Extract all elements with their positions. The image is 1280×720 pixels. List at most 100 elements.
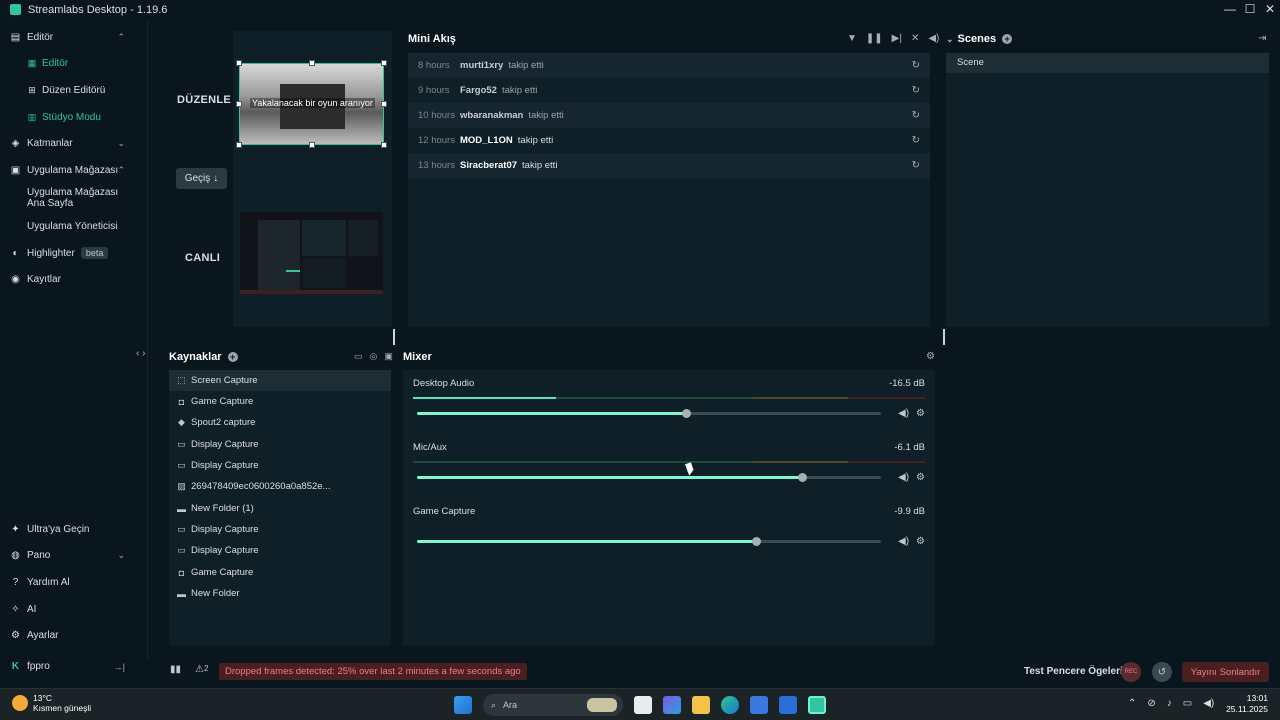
replay-icon[interactable]: ↻: [912, 160, 920, 171]
replay-icon[interactable]: ↻: [912, 110, 920, 121]
collapse-toggle[interactable]: ‹ ›: [136, 348, 145, 359]
sidebar-item-recordings[interactable]: ◉ Kayıtlar: [10, 274, 125, 285]
source-item[interactable]: ▨ 269478409ec0600260a0a852e...: [169, 476, 391, 497]
resize-handle[interactable]: [236, 142, 242, 148]
sidebar-item-highlighter[interactable]: ◐ Highlighter beta: [10, 247, 125, 259]
mute-alerts-icon[interactable]: ✕: [911, 33, 919, 44]
streamlabs-taskbar-icon[interactable]: [808, 696, 826, 714]
replay-icon[interactable]: ↻: [912, 85, 920, 96]
volume-icon[interactable]: ◀): [1203, 698, 1214, 709]
panel-splitter[interactable]: [393, 329, 395, 345]
resize-handle[interactable]: [381, 142, 387, 148]
source-item[interactable]: ◘ Game Capture: [169, 562, 391, 583]
close-button[interactable]: ✕: [1260, 0, 1280, 19]
resize-handle[interactable]: [309, 60, 315, 66]
minimize-button[interactable]: —: [1220, 0, 1240, 19]
replay-buffer-icon[interactable]: ↺: [1152, 662, 1172, 682]
sidebar-item-help[interactable]: ? Yardım Al: [10, 577, 125, 588]
dropped-frames-alert[interactable]: Dropped frames detected: 25% over last 2…: [219, 663, 527, 680]
edge-icon[interactable]: [721, 696, 739, 714]
volume-slider-knob[interactable]: [798, 473, 808, 482]
replay-icon[interactable]: ↻: [912, 135, 920, 146]
resize-handle[interactable]: [309, 142, 315, 148]
gear-icon[interactable]: ⚙: [916, 408, 925, 419]
resize-handle[interactable]: [236, 60, 242, 66]
source-item[interactable]: ⬚ Screen Capture: [169, 370, 391, 391]
volume-slider[interactable]: [417, 537, 881, 546]
sidebar-item-user[interactable]: K fppro →|: [10, 661, 125, 672]
source-item[interactable]: ▭ Display Capture: [169, 519, 391, 540]
sidebar-item-label: Editör: [42, 58, 69, 69]
display-icon[interactable]: ▭: [1183, 698, 1192, 709]
task-view-icon[interactable]: [634, 696, 652, 714]
sidebar-item-ai[interactable]: ✧ AI: [10, 604, 125, 615]
source-selector-icon[interactable]: ▭: [354, 351, 363, 362]
scene-item[interactable]: Scene: [946, 53, 1269, 73]
chevron-down-icon[interactable]: ⌄: [946, 34, 954, 45]
weather-widget[interactable]: 13°C Kısmen güneşli: [12, 693, 91, 713]
windows-start-icon[interactable]: [454, 696, 472, 714]
copilot-icon[interactable]: [663, 696, 681, 714]
edit-preview[interactable]: Yakalanacak bir oyun aranıyor: [239, 63, 384, 145]
mail-icon[interactable]: [779, 696, 797, 714]
sidebar-item-layout-editor[interactable]: ⊞ Düzen Editörü: [27, 85, 105, 96]
add-folder-icon[interactable]: ▣: [384, 351, 393, 362]
sidebar-item-editor-sub[interactable]: ▦ Editör: [27, 58, 68, 69]
pause-icon[interactable]: ❚❚: [866, 33, 883, 44]
sidebar-item-dashboard[interactable]: ◍ Pano ⌄: [10, 550, 125, 561]
chevron-up-icon[interactable]: ⌃: [1128, 698, 1136, 709]
volume-slider[interactable]: [417, 409, 881, 418]
store-icon[interactable]: [750, 696, 768, 714]
source-item[interactable]: ▬ New Folder (1): [169, 498, 391, 519]
add-scene-icon[interactable]: +: [1002, 34, 1013, 44]
source-item[interactable]: ◆ Spout2 capture: [169, 412, 391, 433]
speaker-icon[interactable]: ◀): [898, 408, 909, 419]
maximize-button[interactable]: ☐: [1240, 0, 1260, 19]
gear-icon[interactable]: ⚙: [916, 536, 925, 547]
volume-slider-knob[interactable]: [751, 537, 761, 546]
source-item[interactable]: ▬ New Folder: [169, 583, 391, 604]
source-item[interactable]: ◘ Game Capture: [169, 391, 391, 412]
end-stream-button[interactable]: Yayını Sonlandır: [1182, 662, 1269, 682]
sidebar-item-layers[interactable]: ◈ Katmanlar ⌄: [10, 138, 125, 149]
sidebar-item-app-store-home[interactable]: Uygulama Mağazası Ana Sayfa: [27, 187, 122, 209]
resize-handle[interactable]: [381, 101, 387, 107]
test-widgets-button[interactable]: Test Pencere Ögeleri: [1024, 666, 1123, 677]
source-item[interactable]: ▭ Display Capture: [169, 540, 391, 561]
resize-handle[interactable]: [381, 60, 387, 66]
stats-icon[interactable]: ▮▮: [170, 664, 181, 675]
mixer-settings-icon[interactable]: ⚙: [926, 351, 935, 362]
sidebar-item-studio-mode[interactable]: ▥ Stüdyo Modu: [27, 112, 101, 123]
sidebar-item-settings[interactable]: ⚙ Ayarlar: [10, 630, 125, 641]
audio-meter: [413, 397, 925, 401]
volume-slider-knob[interactable]: [682, 409, 692, 418]
add-source-icon[interactable]: +: [227, 352, 238, 362]
volume-slider[interactable]: [417, 473, 881, 482]
mute-notifications-icon[interactable]: ⊘: [1147, 698, 1155, 709]
resize-handle[interactable]: [236, 101, 242, 107]
source-item[interactable]: ▭ Display Capture: [169, 455, 391, 476]
record-button[interactable]: REC: [1121, 662, 1141, 682]
transition-button[interactable]: Geçiş ↓: [176, 168, 227, 189]
sidebar-item-app-store[interactable]: ▣ Uygulama Mağazası ⌃: [10, 165, 125, 176]
speaker-icon[interactable]: ◀): [898, 536, 909, 547]
microphone-icon[interactable]: ♪: [1167, 698, 1172, 709]
sidebar-item-app-manager[interactable]: Uygulama Yöneticisi: [27, 221, 117, 232]
speaker-icon[interactable]: ◀): [898, 472, 909, 483]
volume-icon[interactable]: ◀): [928, 33, 939, 44]
gear-icon[interactable]: ⚙: [916, 472, 925, 483]
sidebar-item-editor[interactable]: ▤ Editör ⌃: [10, 32, 125, 43]
taskbar-search[interactable]: ⌕ Ara: [483, 694, 623, 716]
taskbar-clock[interactable]: 13:01 25.11.2025: [1226, 693, 1268, 715]
panel-splitter[interactable]: [943, 329, 945, 345]
filter-icon[interactable]: ▼: [847, 33, 857, 44]
logout-icon[interactable]: →|: [114, 662, 125, 672]
source-item[interactable]: ▭ Display Capture: [169, 434, 391, 455]
source-eye-icon[interactable]: ◎: [370, 351, 378, 362]
skip-icon[interactable]: ▶|: [892, 33, 902, 44]
file-explorer-icon[interactable]: [692, 696, 710, 714]
warning-icon[interactable]: ⚠: [195, 664, 204, 675]
replay-icon[interactable]: ↻: [912, 60, 920, 71]
collapse-panel-icon[interactable]: ⇥: [1258, 33, 1266, 44]
sidebar-item-ultra[interactable]: ✦ Ultra'ya Geçin: [10, 524, 125, 535]
